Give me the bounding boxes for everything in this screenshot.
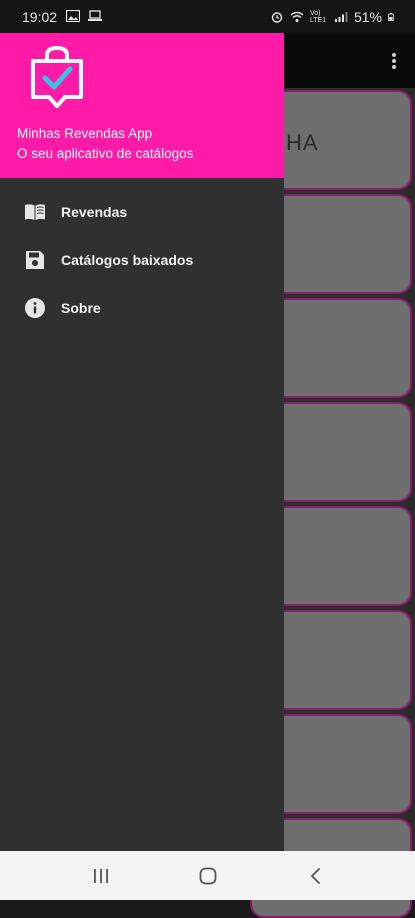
menu-item-label: Catálogos baixados (61, 252, 194, 268)
battery-icon (388, 13, 394, 21)
menu-item-revendas[interactable]: Revendas (0, 188, 284, 236)
recent-apps-icon[interactable] (90, 865, 112, 887)
menu-item-label: Sobre (61, 300, 101, 316)
wifi-icon (290, 11, 304, 22)
drawer-app-name: Minhas Revendas App (17, 126, 153, 141)
drawer-menu: Revendas Catálogos baixados Sobre (0, 188, 284, 332)
laptop-notification-icon (88, 10, 102, 21)
save-icon (26, 251, 44, 269)
drawer-app-subtitle: O seu aplicativo de catálogos (17, 146, 194, 161)
shopping-bag-check-icon (31, 45, 83, 108)
navigation-drawer: Minhas Revendas App O seu aplicativo de … (0, 33, 284, 851)
info-icon (25, 298, 45, 318)
battery-percent: 51% (353, 9, 382, 25)
network-type-label: Vo) LTE1 (309, 10, 327, 24)
status-bar: 19:02 Vo) LTE1 51% (0, 0, 415, 33)
alarm-icon (271, 12, 283, 23)
signal-icon (334, 12, 348, 22)
home-icon[interactable] (197, 865, 219, 887)
book-open-icon (25, 204, 45, 220)
back-icon[interactable] (305, 865, 327, 887)
menu-item-sobre[interactable]: Sobre (0, 284, 284, 332)
menu-item-label: Revendas (61, 204, 128, 220)
system-nav-bar (0, 851, 415, 900)
drawer-header: Minhas Revendas App O seu aplicativo de … (0, 33, 284, 178)
image-notification-icon (66, 10, 80, 22)
status-time: 19:02 (22, 9, 58, 25)
menu-item-catalogos-baixados[interactable]: Catálogos baixados (0, 236, 284, 284)
